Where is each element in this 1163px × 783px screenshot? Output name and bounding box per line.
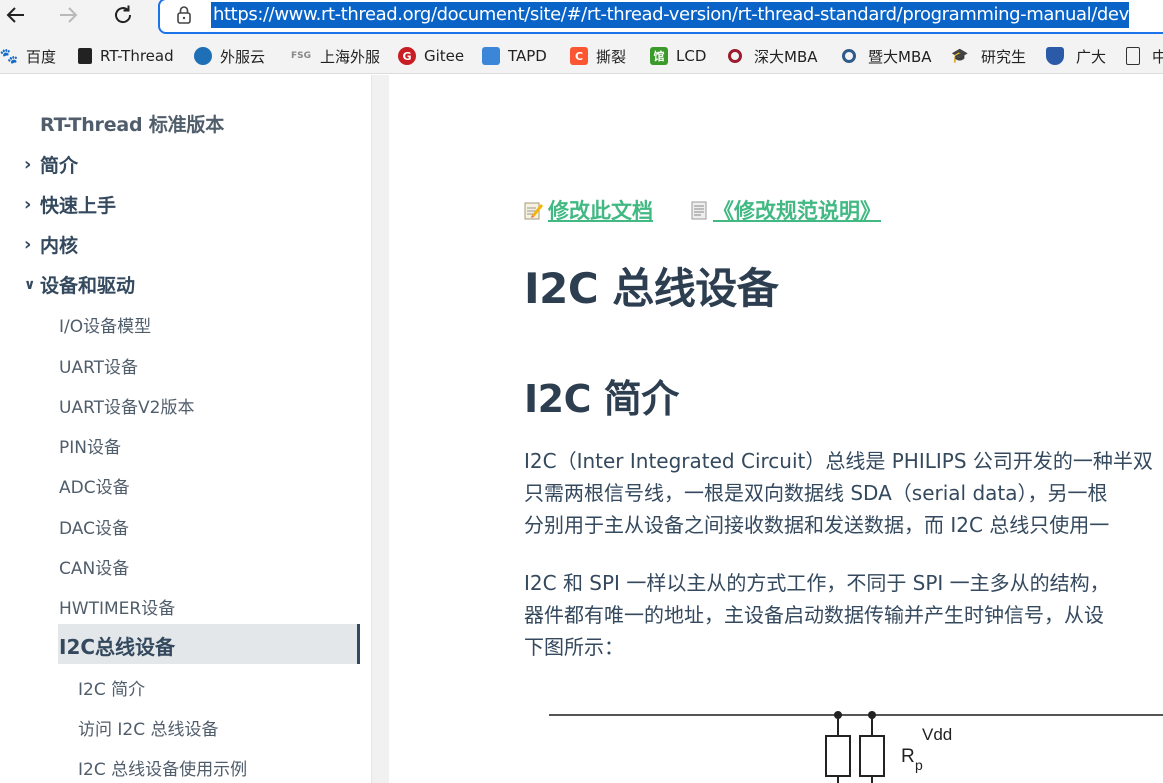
bookmark-label: 中 — [1152, 46, 1163, 67]
sidebar-subitem-access-i2c[interactable]: 访问 I2C 总线设备 — [78, 715, 219, 740]
bookmark-lcd[interactable]: 馆 LCD — [650, 45, 706, 67]
edit-guidelines-link[interactable]: 《修改规范说明》 — [713, 195, 881, 225]
edit-doc-link[interactable]: 修改此文档 — [548, 195, 653, 225]
baidu-paw-icon: 🐾 — [0, 47, 19, 65]
bookmark-page[interactable]: 中 — [1126, 45, 1163, 67]
bookmark-baidu[interactable]: 🐾 百度 — [0, 45, 56, 67]
memo-pencil-icon — [524, 202, 543, 220]
bookmark-label: Gitee — [424, 47, 465, 65]
sidebar-item-pin[interactable]: PIN设备 — [59, 433, 121, 458]
page-icon — [1126, 47, 1140, 65]
doc-content: 修改此文档 《修改规范说明》 I2C 总线设备 I2C 简介 I2C（Inter… — [389, 75, 1163, 783]
bookmark-label: 广大 — [1076, 47, 1107, 66]
guan-icon: 馆 — [650, 47, 668, 65]
bookmark-label: 撕裂 — [596, 47, 627, 66]
bookmark-silie[interactable]: C 撕裂 — [570, 45, 626, 67]
paragraph-line: 只需两根信号线，一根是双向数据线 SDA（serial data），另一根 — [524, 481, 1108, 505]
sidebar-item-uart[interactable]: UART设备 — [59, 353, 138, 378]
bookmark-label: 百度 — [26, 47, 57, 66]
sidebar-section-label: 快速上手 — [40, 195, 117, 217]
sidebar-subitem-i2c-intro[interactable]: I2C 简介 — [78, 675, 145, 700]
page-doc-icon — [691, 201, 707, 220]
pullup-resistor — [859, 735, 885, 777]
rp-subscript: p — [915, 757, 923, 773]
forward-arrow-icon[interactable] — [52, 0, 84, 30]
sidebar-section-label: 设备和驱动 — [40, 275, 136, 297]
sidebar-scrollbar[interactable] — [371, 75, 389, 783]
back-arrow-icon[interactable] — [0, 0, 32, 30]
bookmark-yanjiusheng[interactable]: 🎓 研究生 — [951, 45, 1026, 67]
sidebar-title[interactable]: RT-Thread 标准版本 — [40, 110, 224, 137]
chevron-down-icon: ∨ — [24, 276, 36, 293]
sidebar-section-kernel[interactable]: › 内核 — [24, 231, 78, 258]
shield-icon — [1046, 47, 1064, 65]
chevron-right-icon: › — [24, 154, 32, 175]
ring-icon — [842, 49, 856, 63]
bookmark-waifuyun[interactable]: 外服云 — [194, 45, 265, 67]
sidebar-item-can[interactable]: CAN设备 — [59, 554, 129, 579]
bookmark-tapd[interactable]: TAPD — [482, 45, 547, 67]
paragraph-line: 分别用于主从设备之间接收数据和发送数据，而 I2C 总线只使用一 — [524, 513, 1110, 537]
reload-icon[interactable] — [107, 0, 139, 30]
master-slave-paragraph: I2C 和 SPI 一样以主从的方式工作，不同于 SPI 一主多从的结构， 器件… — [524, 567, 1163, 663]
sidebar-item-uart-v2[interactable]: UART设备V2版本 — [59, 393, 194, 418]
vdd-label: Vdd — [922, 725, 952, 744]
rp-label: R — [901, 746, 915, 767]
i2c-bus-diagram: Vdd R p — [549, 711, 1163, 783]
paragraph-line: 器件都有唯一的地址，主设备启动数据传输并产生时钟信号，从设 — [524, 603, 1104, 627]
sidebar-item-adc[interactable]: ADC设备 — [59, 473, 130, 498]
bookmark-label: TAPD — [508, 47, 547, 65]
page-title: I2C 总线设备 — [524, 264, 779, 313]
tapd-icon — [482, 47, 500, 65]
paragraph-line: I2C（Inter Integrated Circuit）总线是 PHILIPS… — [524, 449, 1153, 473]
paragraph-line: I2C 和 SPI 一样以主从的方式工作，不同于 SPI 一主多从的结构， — [524, 571, 1110, 595]
docs-sidebar: RT-Thread 标准版本 › 简介 › 快速上手 › 内核 ∨ 设备和驱动 … — [0, 75, 371, 783]
sidebar-subitem-i2c-example[interactable]: I2C 总线设备使用示例 — [78, 755, 247, 780]
bookmark-shanghai-waifu[interactable]: FSG 上海外服 — [290, 45, 380, 67]
sidebar-item-io-model[interactable]: I/O设备模型 — [59, 312, 151, 337]
bookmarks-bar: 🐾 百度 RT-Thread 外服云 FSG 上海外服 G Gitee TAPD… — [0, 37, 1163, 74]
sidebar-section-quickstart[interactable]: › 快速上手 — [24, 191, 116, 218]
bookmark-label: 外服云 — [220, 47, 266, 66]
bookmark-label: 上海外服 — [320, 47, 381, 66]
bookmark-label: RT-Thread — [100, 47, 174, 65]
gitee-icon: G — [398, 47, 416, 65]
bookmark-jida-mba[interactable]: 暨大MBA — [842, 45, 932, 67]
lock-icon[interactable] — [172, 3, 196, 27]
seal-icon — [728, 49, 742, 63]
c-logo-icon: C — [570, 47, 588, 65]
graduation-cap-icon: 🎓 — [951, 48, 969, 64]
bookmark-label: 暨大MBA — [868, 47, 932, 66]
paragraph-line: 下图所示： — [524, 635, 624, 659]
bookmark-label: LCD — [676, 47, 707, 65]
sidebar-section-label: 内核 — [40, 235, 79, 257]
fsg-icon: FSG — [290, 51, 312, 61]
url-text[interactable]: https://www.rt-thread.org/document/site/… — [211, 2, 1129, 28]
bookmark-shenda-mba[interactable]: 深大MBA — [728, 45, 818, 67]
intro-paragraph: I2C（Inter Integrated Circuit）总线是 PHILIPS… — [524, 445, 1163, 541]
sidebar-section-label: 简介 — [40, 155, 79, 177]
bookmark-guangda[interactable]: 广大 — [1046, 45, 1106, 67]
edit-links-row: 修改此文档 《修改规范说明》 — [524, 195, 881, 225]
book-icon — [78, 48, 92, 64]
sidebar-item-i2c-active[interactable]: I2C总线设备 — [59, 631, 175, 660]
section-heading-i2c-intro: I2C 简介 — [524, 377, 679, 421]
bookmark-gitee[interactable]: G Gitee — [398, 45, 464, 67]
pullup-resistor — [825, 735, 851, 777]
chevron-right-icon: › — [24, 194, 32, 215]
chevron-right-icon: › — [24, 234, 32, 255]
bookmark-label: 研究生 — [981, 47, 1027, 66]
sidebar-section-intro[interactable]: › 简介 — [24, 151, 78, 178]
sidebar-section-devices[interactable]: ∨ 设备和驱动 — [24, 271, 135, 298]
browser-toolbar: https://www.rt-thread.org/document/site/… — [0, 0, 1163, 37]
bookmark-rt-thread[interactable]: RT-Thread — [78, 45, 174, 67]
sidebar-item-dac[interactable]: DAC设备 — [59, 514, 129, 539]
sidebar-item-hwtimer[interactable]: HWTIMER设备 — [59, 594, 175, 619]
bookmark-label: 深大MBA — [754, 47, 818, 66]
cloud-icon — [194, 47, 212, 65]
